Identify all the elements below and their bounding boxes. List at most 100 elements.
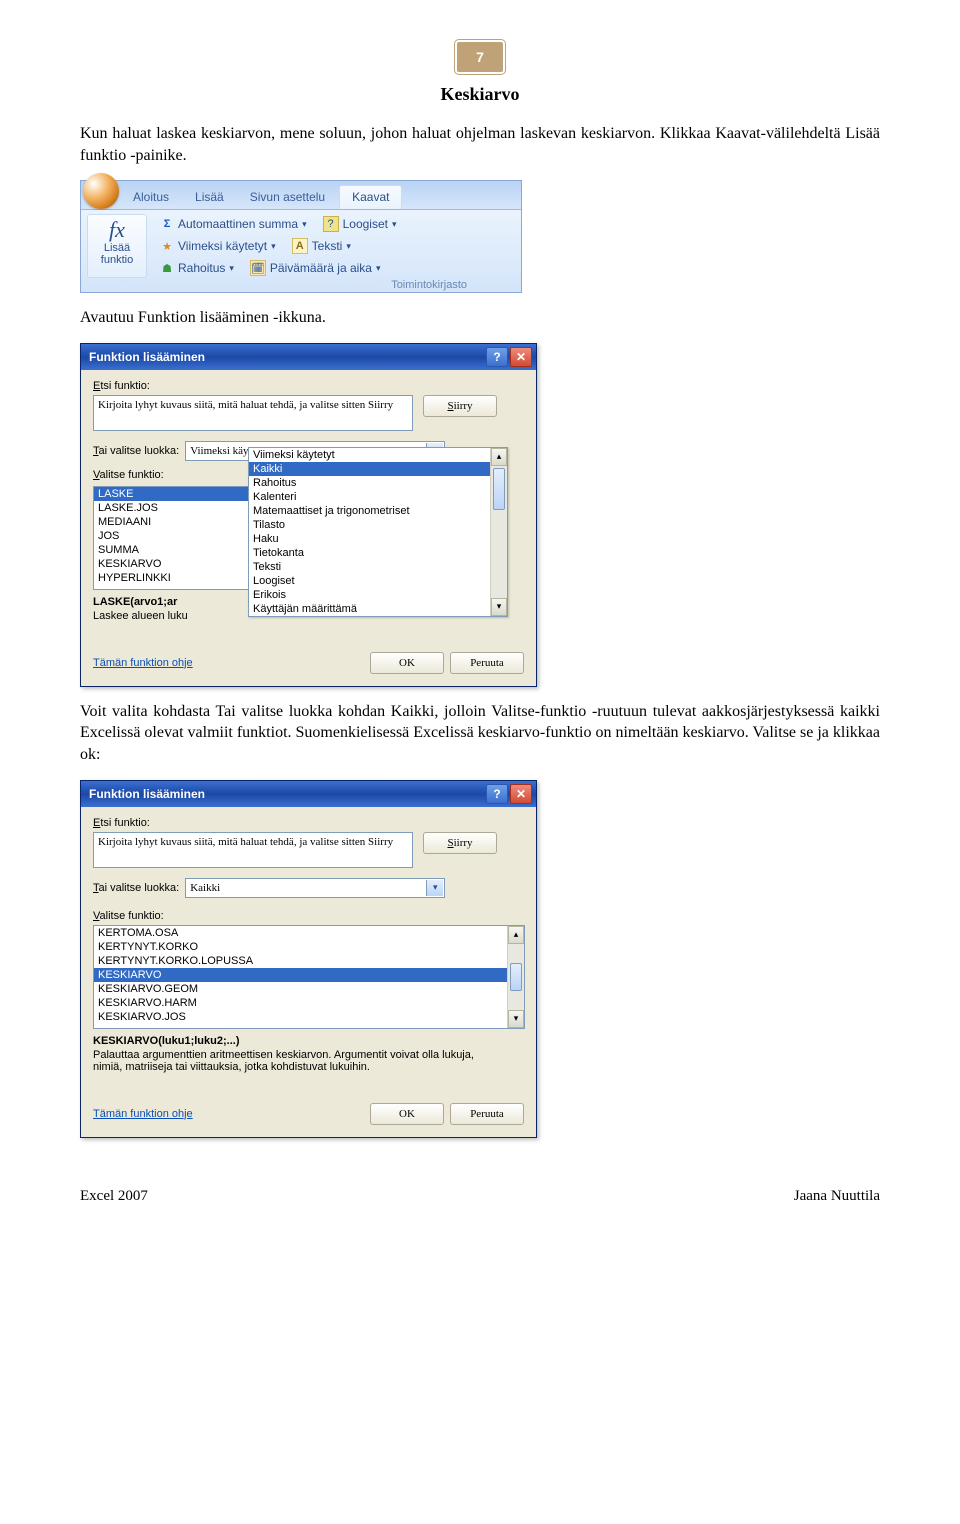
go-button[interactable]: Siirry: [423, 395, 497, 417]
insert-function-dialog-1: Funktion lisääminen ? ✕ Etsi funktio: Ki…: [80, 343, 537, 687]
listbox-scrollbar[interactable]: ▴ ▾: [507, 926, 524, 1028]
dropdown-item[interactable]: Tietokanta: [249, 546, 507, 560]
dialog-title: Funktion lisääminen: [89, 787, 205, 801]
fx-icon: fx: [90, 218, 144, 241]
tab-pagelayout[interactable]: Sivun asettelu: [238, 186, 337, 209]
chevron-down-icon: ▾: [392, 219, 397, 230]
chevron-down-icon: ▾: [302, 219, 307, 230]
insert-function-dialog-2: Funktion lisääminen ? ✕ Etsi funktio: Ki…: [80, 780, 537, 1138]
section-heading: Keskiarvo: [80, 84, 880, 105]
list-item[interactable]: LASKE.JOS: [94, 501, 249, 515]
list-item[interactable]: KERTYNYT.KORKO: [94, 940, 524, 954]
datetime-icon: 🗓: [250, 260, 266, 276]
cancel-button[interactable]: Peruuta: [450, 1103, 524, 1125]
dropdown-item[interactable]: Käyttäjän määrittämä: [249, 602, 507, 616]
category-dropdown-list[interactable]: Viimeksi käytetytKaikkiRahoitusKalenteri…: [248, 447, 508, 617]
help-button[interactable]: ?: [486, 347, 508, 367]
dropdown-item[interactable]: Matemaattiset ja trigonometriset: [249, 504, 507, 518]
insert-function-button[interactable]: fx Lisää funktio: [87, 214, 147, 278]
datetime-button[interactable]: 🗓 Päivämäärä ja aika ▾: [245, 258, 386, 278]
chevron-down-icon: ▾: [346, 241, 351, 252]
combo-chevron-icon[interactable]: ▾: [426, 880, 443, 896]
footer-right: Jaana Nuuttila: [794, 1188, 880, 1205]
dropdown-scrollbar[interactable]: ▴ ▾: [490, 448, 507, 616]
paragraph-2: Avautuu Funktion lisääminen -ikkuna.: [80, 307, 880, 329]
logical-button[interactable]: ? Loogiset ▾: [318, 214, 402, 234]
insert-function-label-2: funktio: [101, 254, 133, 266]
list-item[interactable]: JOS: [94, 529, 249, 543]
datetime-label: Päivämäärä ja aika: [270, 261, 372, 275]
ok-button[interactable]: OK: [370, 652, 444, 674]
category-label: Tai valitse luokka:: [93, 882, 179, 894]
list-item[interactable]: KERTOMA.OSA: [94, 926, 524, 940]
scroll-up-icon[interactable]: ▴: [491, 448, 507, 466]
scroll-down-icon[interactable]: ▾: [508, 1010, 524, 1028]
autosum-button[interactable]: Σ Automaattinen summa ▾: [155, 214, 312, 234]
logical-label: Loogiset: [343, 217, 388, 231]
category-value: Kaikki: [190, 882, 220, 894]
close-button[interactable]: ✕: [510, 784, 532, 804]
scroll-up-icon[interactable]: ▴: [508, 926, 524, 944]
office-button[interactable]: [83, 173, 119, 209]
dropdown-item[interactable]: Tilasto: [249, 518, 507, 532]
function-listbox[interactable]: LASKELASKE.JOSMEDIAANIJOSSUMMAKESKIARVOH…: [93, 486, 250, 590]
close-button[interactable]: ✕: [510, 347, 532, 367]
list-item[interactable]: KESKIARVO: [94, 557, 249, 571]
chevron-down-icon: ▾: [271, 241, 276, 252]
dialog-titlebar[interactable]: Funktion lisääminen ? ✕: [81, 781, 536, 807]
search-input[interactable]: Kirjoita lyhyt kuvaus siitä, mitä haluat…: [93, 832, 413, 868]
tab-home[interactable]: Aloitus: [121, 186, 181, 209]
scroll-thumb[interactable]: [510, 963, 522, 991]
dropdown-item[interactable]: Kaikki: [249, 462, 507, 476]
list-item[interactable]: LASKE: [94, 487, 249, 501]
dropdown-item[interactable]: Teksti: [249, 560, 507, 574]
list-item[interactable]: KERTYNYT.KORKO.LOPUSSA: [94, 954, 524, 968]
dropdown-item[interactable]: Kalenteri: [249, 490, 507, 504]
paragraph-3: Voit valita kohdasta Tai valitse luokka …: [80, 701, 880, 766]
scroll-thumb[interactable]: [493, 468, 505, 510]
logical-icon: ?: [323, 216, 339, 232]
cancel-button[interactable]: Peruuta: [450, 652, 524, 674]
function-help-link[interactable]: Tämän funktion ohje: [93, 657, 193, 669]
dropdown-item[interactable]: Viimeksi käytetyt: [249, 448, 507, 462]
list-item[interactable]: KESKIARVO.GEOM: [94, 982, 524, 996]
list-item[interactable]: KESKIARVO: [94, 968, 524, 982]
recent-button[interactable]: ★ Viimeksi käytetyt ▾: [155, 236, 281, 256]
list-item[interactable]: HYPERLINKKI: [94, 571, 249, 585]
recent-icon: ★: [160, 239, 174, 253]
go-button[interactable]: Siirry: [423, 832, 497, 854]
text-button[interactable]: A Teksti ▾: [287, 236, 356, 256]
tab-insert[interactable]: Lisää: [183, 186, 236, 209]
dropdown-item[interactable]: Haku: [249, 532, 507, 546]
dropdown-item[interactable]: Rahoitus: [249, 476, 507, 490]
paragraph-1: Kun haluat laskea keskiarvon, mene soluu…: [80, 123, 880, 166]
autosum-label: Automaattinen summa: [178, 217, 298, 231]
ribbon-group-label: Toimintokirjasto: [391, 279, 467, 291]
tab-formulas[interactable]: Kaavat: [339, 185, 402, 209]
function-help-link[interactable]: Tämän funktion ohje: [93, 1108, 193, 1120]
list-item[interactable]: SUMMA: [94, 543, 249, 557]
ok-button[interactable]: OK: [370, 1103, 444, 1125]
dropdown-item[interactable]: Erikois: [249, 588, 507, 602]
footer-left: Excel 2007: [80, 1188, 148, 1205]
excel-ribbon: Aloitus Lisää Sivun asettelu Kaavat fx L…: [80, 180, 522, 293]
search-label: Etsi funktio:: [93, 817, 524, 829]
category-combo[interactable]: Kaikki ▾: [185, 878, 445, 898]
text-icon: A: [292, 238, 308, 254]
financial-button[interactable]: ☗ Rahoitus ▾: [155, 258, 239, 278]
help-button[interactable]: ?: [486, 784, 508, 804]
function-listbox[interactable]: KERTOMA.OSAKERTYNYT.KORKOKERTYNYT.KORKO.…: [93, 925, 525, 1029]
dropdown-item[interactable]: Loogiset: [249, 574, 507, 588]
insert-function-label-1: Lisää: [104, 242, 130, 254]
scroll-down-icon[interactable]: ▾: [491, 598, 507, 616]
recent-label: Viimeksi käytetyt: [178, 239, 267, 253]
financial-label: Rahoitus: [178, 261, 225, 275]
category-label: Tai valitse luokka:: [93, 445, 179, 457]
list-item[interactable]: MEDIAANI: [94, 515, 249, 529]
list-item[interactable]: KESKIARVO.JOS: [94, 1010, 524, 1024]
financial-icon: ☗: [160, 261, 174, 275]
dialog-titlebar[interactable]: Funktion lisääminen ? ✕: [81, 344, 536, 370]
list-item[interactable]: KESKIARVO.HARM: [94, 996, 524, 1010]
search-label: Etsi funktio:: [93, 380, 524, 392]
search-input[interactable]: Kirjoita lyhyt kuvaus siitä, mitä haluat…: [93, 395, 413, 431]
